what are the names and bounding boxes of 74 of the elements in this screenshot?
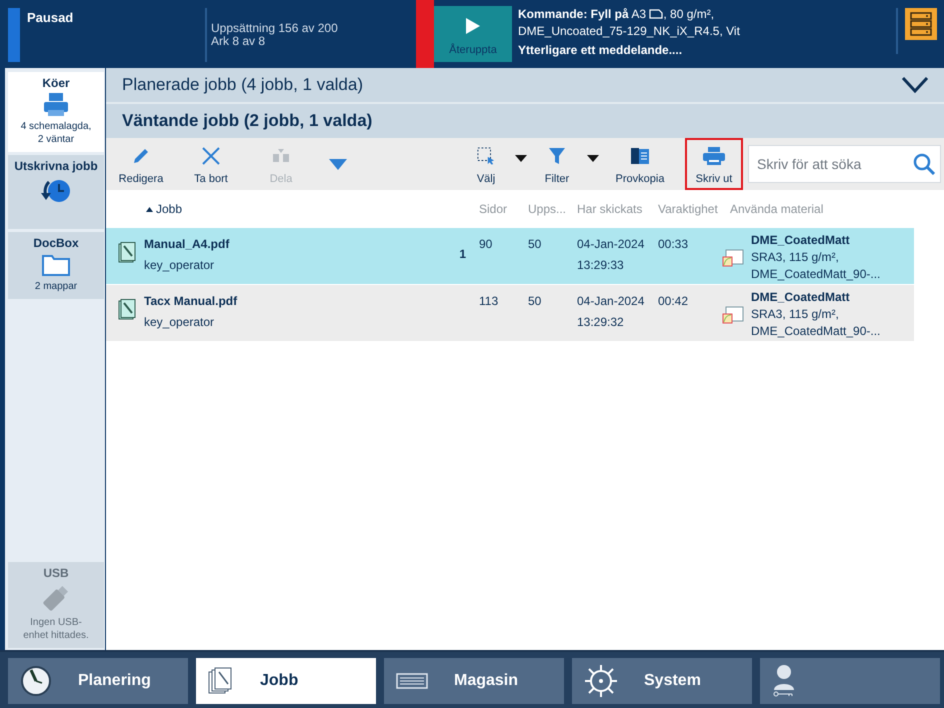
toolbar-button[interactable]: Skriv ut — [685, 138, 743, 190]
user-key-icon — [772, 664, 796, 698]
toolbar-button[interactable]: Välj — [460, 140, 512, 188]
toolbar-button[interactable]: Ta bort — [176, 140, 246, 188]
material-text: SRA3, 115 g/m², — [751, 306, 840, 323]
table-cell-text: 50 — [528, 236, 542, 253]
document-icon — [118, 242, 136, 264]
printer-icon — [703, 147, 725, 165]
table-cell-text: 00:42 — [658, 293, 690, 310]
toolbar-button[interactable]: Redigera — [106, 140, 176, 188]
paper-tray-icon — [396, 673, 428, 689]
nav-tab[interactable]: System — [572, 658, 752, 704]
message-text: DME_Uncoated_75-129_NK_iX_R4.5, Vit — [518, 23, 741, 40]
table-row[interactable]: Manual_A4.pdf key_operator 1 90 50 04-Jan-2024 13:29:33 00:33 DME_CoatedMatt SRA3, 115 g/m², DME_CoatedMatt_90-... — [106, 228, 914, 285]
material-text: SRA3, 115 g/m², — [751, 249, 840, 266]
clock-icon — [20, 665, 52, 697]
table-cell-text: 90 — [478, 236, 494, 253]
gear-icon — [584, 664, 618, 698]
table-row[interactable]: Tacx Manual.pdf key_operator 113 50 04-Jan-2024 13:29:32 00:42 DME_CoatedMatt SRA3, 115 g/m², DME_CoatedMatt_90-... — [106, 285, 914, 342]
table-cell-text: 00:33 — [658, 236, 690, 253]
status-indicator — [8, 8, 20, 62]
nav-tab[interactable]: Jobb — [196, 658, 376, 704]
search-field[interactable]: Skriv för att söka — [748, 145, 941, 183]
nav-tab[interactable]: Magasin — [384, 658, 564, 704]
chevron-down-icon[interactable] — [902, 77, 928, 93]
date-text: 04-Jan-2024 — [577, 236, 646, 253]
section-title: Väntande jobb (2 jobb, 1 valda) — [106, 104, 944, 138]
progress-text: Ark 8 av 8 — [211, 35, 266, 48]
message-text: Kommande: Fyll på A3 , 80 g/m², — [518, 6, 716, 23]
time-text: 13:29:32 — [577, 314, 625, 331]
toolbar-button[interactable]: Provkopia — [606, 140, 674, 188]
material-text: DME_CoatedMatt — [751, 232, 851, 249]
sidebar-item[interactable]: Utskrivna jobb — [8, 155, 104, 229]
selection-icon — [476, 147, 496, 165]
job-owner: key_operator — [144, 314, 216, 331]
folder-icon — [41, 253, 71, 277]
message-text: Ytterligare ett meddelande.... — [518, 42, 684, 59]
close-icon — [202, 147, 220, 165]
job-name: Tacx Manual.pdf — [144, 293, 238, 310]
column-header[interactable]: Jobb — [144, 202, 442, 216]
nav-tab[interactable] — [760, 658, 940, 704]
toolbar-button[interactable]: Filter — [530, 140, 584, 188]
nav-tab[interactable]: Planering — [8, 658, 188, 704]
document-icon — [118, 299, 136, 321]
alert-indicator — [416, 0, 434, 68]
status-label: Pausad — [26, 9, 74, 27]
split-icon — [272, 147, 290, 165]
material-text: DME_CoatedMatt_90-... — [751, 266, 882, 283]
usb-stick-icon — [41, 583, 71, 613]
time-text: 13:29:33 — [577, 257, 625, 274]
table-cell-text: 113 — [478, 293, 500, 310]
printer-icon — [43, 93, 69, 117]
media-icon — [722, 305, 744, 325]
server-icon[interactable] — [905, 8, 937, 40]
media-icon — [722, 248, 744, 268]
caret-icon — [329, 158, 347, 170]
filter-icon — [548, 147, 566, 165]
material-text: DME_CoatedMatt_90-... — [751, 323, 882, 340]
job-count: 1 — [458, 246, 466, 263]
sidebar-item[interactable]: Köer 4 schemalagda, 2 väntar — [8, 72, 104, 152]
search-icon[interactable] — [913, 153, 935, 175]
date-text: 04-Jan-2024 — [577, 293, 646, 310]
sidebar-item[interactable]: DocBox 2 mappar — [8, 232, 104, 299]
table-cell-text: 50 — [528, 293, 542, 310]
job-owner: key_operator — [144, 257, 216, 274]
paper-sheet-icon — [649, 9, 664, 19]
job-name: Manual_A4.pdf — [144, 236, 230, 253]
section-header[interactable]: Planerade jobb (4 jobb, 1 valda) — [106, 68, 944, 104]
document-icon — [630, 147, 650, 165]
material-text: DME_CoatedMatt — [751, 289, 851, 306]
documents-icon — [208, 667, 234, 695]
play-icon — [466, 18, 480, 34]
pencil-icon — [132, 147, 150, 165]
progress-text: Uppsättning 156 av 200 — [211, 22, 339, 35]
